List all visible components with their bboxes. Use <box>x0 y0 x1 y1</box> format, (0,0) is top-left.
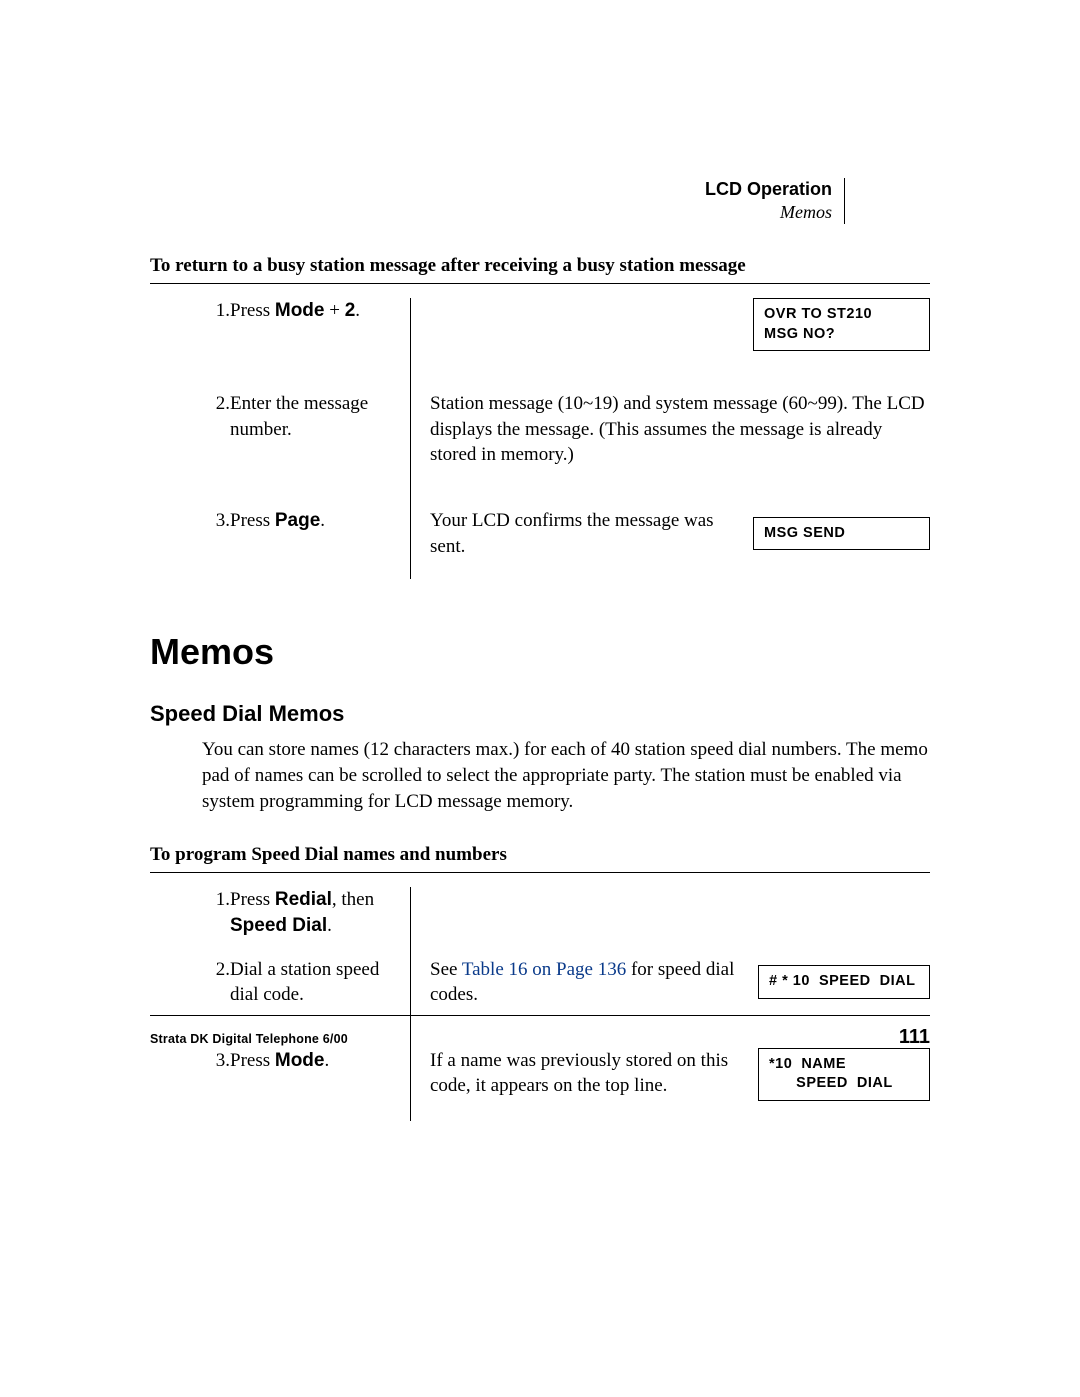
step-number: 2. <box>150 391 230 508</box>
text: Press <box>230 510 275 531</box>
step-instruction: Press Mode + 2. <box>230 298 410 391</box>
heading-memos: Memos <box>150 631 930 673</box>
task1-rule <box>150 283 930 284</box>
task2-step1: 1. Press Redial, then Speed Dial. <box>150 887 930 956</box>
step-description: OVR TO ST210 MSG NO? <box>430 298 930 391</box>
header-chapter: LCD Operation <box>705 178 832 201</box>
intro-paragraph: You can store names (12 characters max.)… <box>202 737 930 814</box>
step-number: 3. <box>150 1048 230 1121</box>
column-divider <box>410 887 430 956</box>
lcd-line1: MSG SEND <box>764 525 845 541</box>
task1-step1: 1. Press Mode + 2. OVR TO ST210 MSG NO? <box>150 298 930 391</box>
step-description: Station message (10~19) and system messa… <box>430 391 930 508</box>
column-divider <box>410 1048 430 1121</box>
text: . <box>324 1050 329 1071</box>
digit-key: 2 <box>345 300 356 321</box>
page-content: To return to a busy station message afte… <box>150 255 930 1121</box>
header-section: Memos <box>705 201 832 224</box>
lcd-line1: OVR TO ST210 <box>764 306 872 322</box>
text: . <box>320 510 325 531</box>
task1-title: To return to a busy station message afte… <box>150 255 930 277</box>
step-instruction: Press Page. <box>230 508 410 579</box>
footer-doc-title: Strata DK Digital Telephone 6/00 <box>150 1032 348 1046</box>
step-desc-text: Your LCD confirms the message was sent. <box>430 508 735 559</box>
step-instruction: Enter the message number. <box>230 391 410 508</box>
cross-reference[interactable]: Table 16 on Page 136 <box>462 959 626 980</box>
step-desc-text: If a name was previously stored on this … <box>430 1048 740 1099</box>
step-number: 1. <box>150 298 230 391</box>
text: , then <box>332 889 374 910</box>
page: LCD Operation Memos To return to a busy … <box>0 0 1080 1397</box>
task2-step3: 3. Press Mode. If a name was previously … <box>150 1048 930 1121</box>
step-instruction: Press Redial, then Speed Dial. <box>230 887 410 956</box>
text: Press <box>230 1050 275 1071</box>
redial-key: Redial <box>275 889 332 910</box>
text: + <box>324 300 344 321</box>
mode-key: Mode <box>275 300 325 321</box>
page-key: Page <box>275 510 320 531</box>
lcd-line2: MSG NO? <box>764 326 835 342</box>
text: See <box>430 959 462 980</box>
page-footer: Strata DK Digital Telephone 6/00 111 <box>150 1015 930 1049</box>
speed-dial-key: Speed Dial <box>230 915 327 936</box>
step-description <box>430 887 930 956</box>
step-description: Your LCD confirms the message was sent. … <box>430 508 930 579</box>
running-header: LCD Operation Memos <box>705 178 832 223</box>
text: . <box>355 300 360 321</box>
mode-key: Mode <box>275 1050 325 1071</box>
step-number: 3. <box>150 508 230 579</box>
column-divider <box>410 391 430 508</box>
lcd-line1: # * 10 SPEED DIAL <box>769 973 916 989</box>
task2-steps: 1. Press Redial, then Speed Dial. 2. Dia… <box>150 887 930 1121</box>
text: Press <box>230 889 275 910</box>
lcd-display: OVR TO ST210 MSG NO? <box>753 298 930 351</box>
lcd-display: MSG SEND <box>753 517 930 551</box>
step-description: If a name was previously stored on this … <box>430 1048 930 1121</box>
lcd-display: *10 NAME SPEED DIAL <box>758 1048 930 1101</box>
task1-step2: 2. Enter the message number. Station mes… <box>150 391 930 508</box>
lcd-line1: *10 NAME <box>769 1056 846 1072</box>
step-number: 1. <box>150 887 230 956</box>
heading-speed-dial-memos: Speed Dial Memos <box>150 701 930 727</box>
header-rule <box>844 178 845 224</box>
text: Press <box>230 300 275 321</box>
task1-steps: 1. Press Mode + 2. OVR TO ST210 MSG NO? … <box>150 298 930 579</box>
text: . <box>327 915 332 936</box>
column-divider <box>410 298 430 391</box>
page-number: 111 <box>899 1026 930 1049</box>
lcd-line2: SPEED DIAL <box>769 1075 893 1091</box>
task2-rule <box>150 872 930 873</box>
task1-step3: 3. Press Page. Your LCD confirms the mes… <box>150 508 930 579</box>
lcd-display: # * 10 SPEED DIAL <box>758 965 930 999</box>
step-instruction: Press Mode. <box>230 1048 410 1121</box>
task2-title: To program Speed Dial names and numbers <box>150 844 930 866</box>
column-divider <box>410 508 430 579</box>
footer-rule <box>150 1015 930 1016</box>
